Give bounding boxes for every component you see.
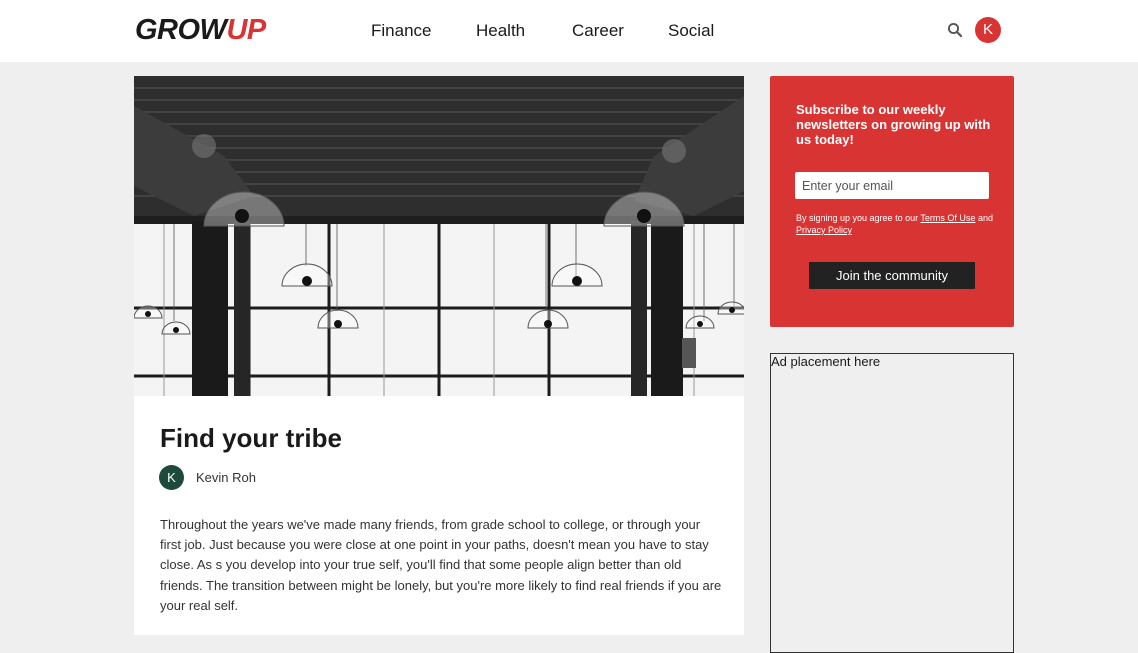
newsletter-signup: Subscribe to our weekly newsletters on g…	[770, 76, 1014, 327]
logo-text-grow: GROW	[135, 14, 227, 46]
site-logo[interactable]: GROWUP	[135, 12, 266, 48]
nav-career[interactable]: Career	[572, 20, 624, 42]
ad-placement: Ad placement here	[770, 353, 1014, 653]
terms-and: and	[975, 213, 993, 223]
logo-text-up: UP	[226, 14, 266, 46]
terms-of-use-link[interactable]: Terms Of Use	[920, 213, 975, 223]
user-avatar[interactable]: K	[975, 17, 1001, 43]
hero-image	[134, 76, 744, 396]
nav-social[interactable]: Social	[668, 20, 714, 42]
terms-prefix: By signing up you agree to our	[796, 213, 921, 223]
email-field[interactable]	[795, 172, 989, 199]
privacy-policy-link[interactable]: Privacy Policy	[796, 225, 852, 235]
terms-text: By signing up you agree to our Terms Of …	[796, 212, 996, 236]
author-avatar[interactable]: K	[159, 465, 184, 490]
author-name[interactable]: Kevin Roh	[196, 469, 256, 486]
ad-label: Ad placement here	[771, 354, 881, 369]
article-title: Find your tribe	[160, 423, 342, 453]
search-icon[interactable]	[947, 22, 963, 38]
site-header: GROWUP Finance Health Career Social K	[0, 0, 1138, 62]
newsletter-heading: Subscribe to our weekly newsletters on g…	[796, 102, 991, 147]
article-body: Throughout the years we've made many fri…	[160, 517, 722, 613]
nav-finance[interactable]: Finance	[371, 20, 431, 42]
article-card: Find your tribe K Kevin Roh Throughout t…	[134, 396, 744, 635]
nav-health[interactable]: Health	[476, 20, 525, 42]
join-community-button[interactable]: Join the community	[809, 262, 975, 289]
